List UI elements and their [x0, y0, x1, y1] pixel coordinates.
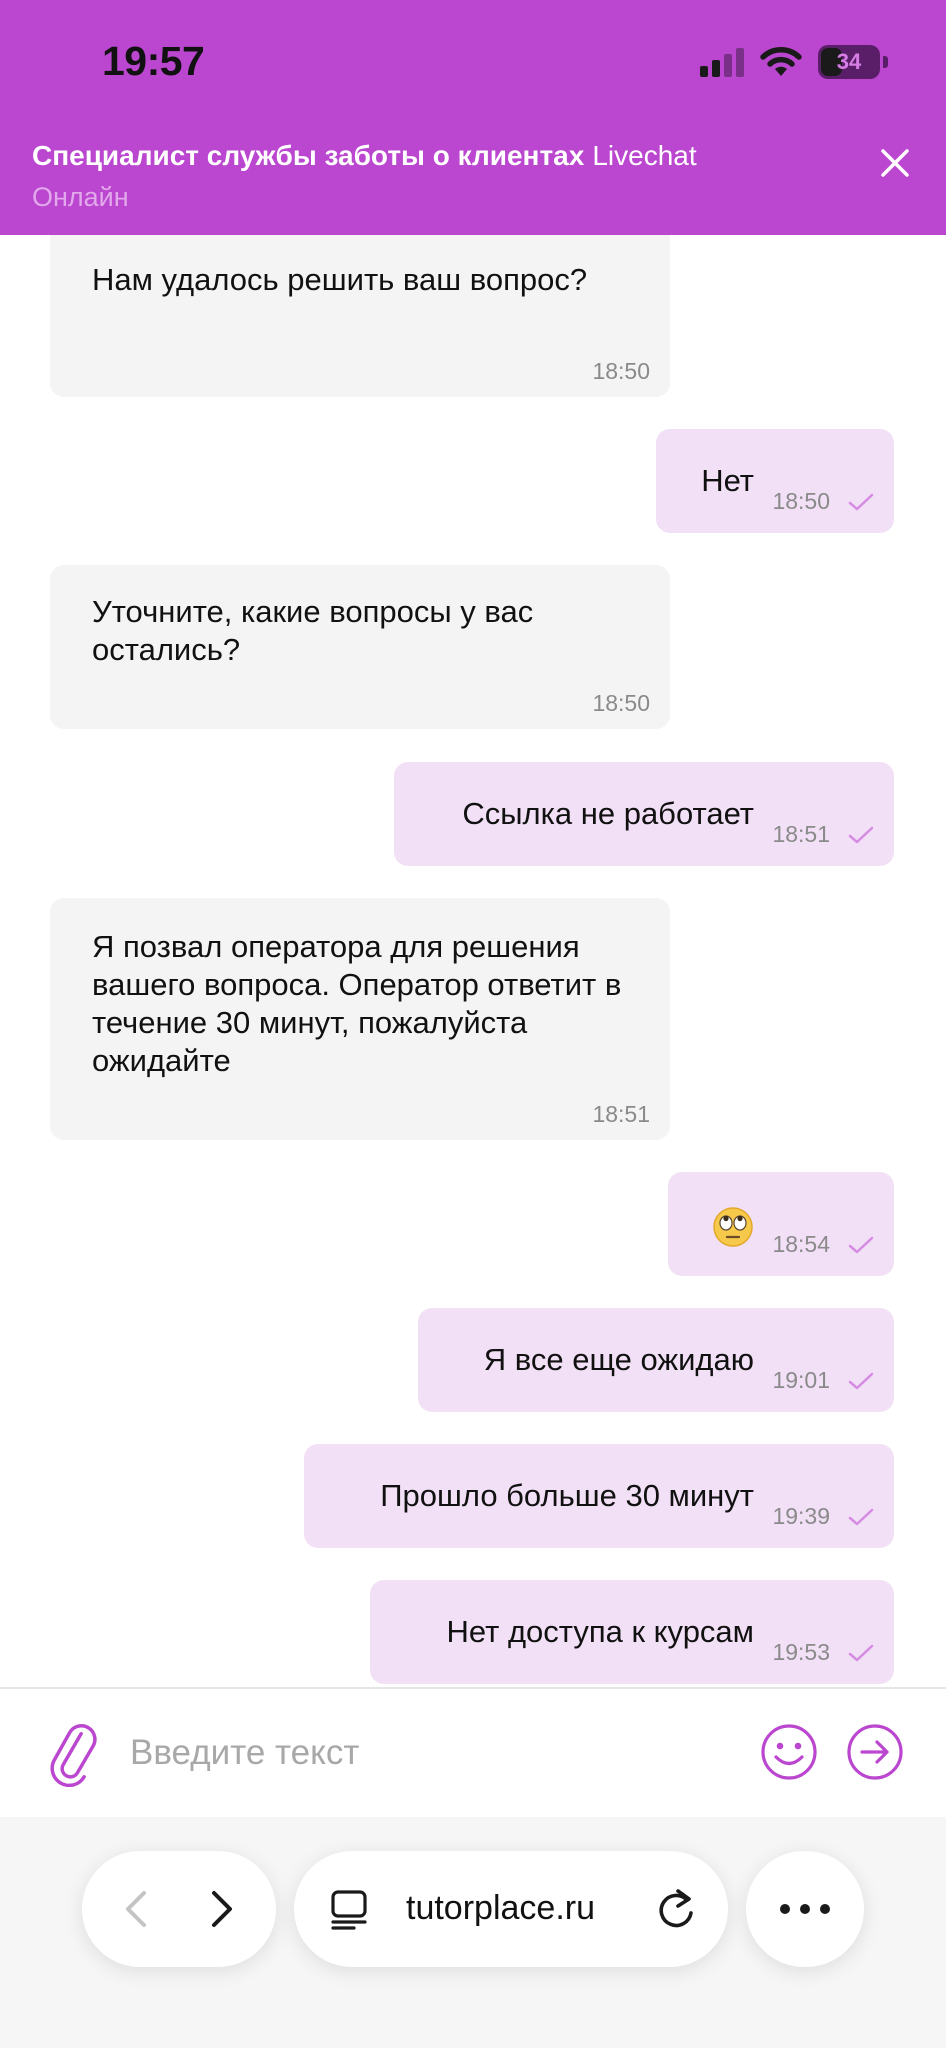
message-time: 18:51	[592, 1101, 650, 1127]
ellipsis-icon	[780, 1904, 830, 1914]
message-incoming: Я позвал оператора для решения вашего во…	[50, 898, 670, 1140]
check-icon	[848, 1508, 874, 1526]
message-text: Уточните, какие вопросы у вас остались?	[92, 594, 534, 667]
reload-icon[interactable]	[654, 1885, 698, 1933]
forward-chevron-icon[interactable]	[186, 1873, 258, 1945]
smiley-icon[interactable]	[760, 1723, 818, 1781]
message-list[interactable]: Нам удалось решить ваш вопрос? 18:50 Нет…	[0, 235, 946, 1687]
message-time: 19:01	[772, 1367, 830, 1393]
message-outgoing: Нет доступа к курсам 19:53	[370, 1580, 894, 1684]
message-outgoing: Нет 18:50	[656, 429, 894, 533]
back-chevron-icon[interactable]	[100, 1873, 172, 1945]
message-outgoing: 18:54	[668, 1172, 894, 1276]
message-time: 19:39	[772, 1503, 830, 1529]
check-icon	[848, 493, 874, 511]
cellular-signal-icon	[700, 48, 744, 77]
paperclip-icon[interactable]	[48, 1723, 100, 1787]
check-icon	[848, 826, 874, 844]
battery-icon: 34	[818, 45, 888, 79]
face-with-rolling-eyes-icon	[713, 1207, 753, 1247]
message-text: Я все еще ожидаю	[483, 1342, 754, 1377]
message-time: 18:54	[772, 1231, 830, 1257]
address-bar[interactable]: tutorplace.ru	[294, 1851, 728, 1967]
chat-title: Специалист службы заботы о клиентах Livec…	[32, 140, 697, 172]
message-outgoing: Я все еще ожидаю 19:01	[418, 1308, 894, 1412]
service-name: Livechat	[592, 140, 697, 171]
chat-header: 19:57 34 Специалист службы заботы о клие…	[0, 0, 946, 235]
message-time: 19:53	[772, 1639, 830, 1665]
wifi-icon	[760, 47, 802, 76]
agent-title: Специалист службы заботы о клиентах	[32, 140, 585, 171]
message-incoming: Уточните, какие вопросы у вас остались? …	[50, 565, 670, 729]
message-time: 18:50	[592, 358, 650, 384]
check-icon	[848, 1236, 874, 1254]
check-icon	[848, 1644, 874, 1662]
message-incoming: Нам удалось решить ваш вопрос? 18:50	[50, 235, 670, 397]
message-composer	[0, 1687, 946, 1817]
message-time: 18:50	[772, 488, 830, 514]
message-text: Ссылка не работает	[462, 796, 754, 831]
battery-level: 34	[836, 49, 862, 74]
message-text: Нет	[701, 463, 754, 498]
send-arrow-icon[interactable]	[846, 1723, 904, 1781]
status-bar-time: 19:57	[102, 38, 205, 84]
navigation-controls	[82, 1851, 276, 1967]
message-text: Нет доступа к курсам	[446, 1614, 754, 1649]
more-options-button[interactable]	[746, 1851, 864, 1967]
status-bar-icons: 34	[700, 42, 888, 82]
message-outgoing: Прошло больше 30 минут 19:39	[304, 1444, 894, 1548]
message-time: 18:51	[772, 821, 830, 847]
tabs-icon[interactable]	[330, 1889, 370, 1931]
browser-toolbar: tutorplace.ru	[0, 1817, 946, 2048]
message-text: Прошло больше 30 минут	[380, 1478, 754, 1513]
check-icon	[848, 1372, 874, 1390]
online-status: Онлайн	[32, 182, 129, 212]
message-text: Нам удалось решить ваш вопрос?	[92, 262, 588, 297]
close-icon[interactable]	[872, 140, 918, 186]
message-text: Я позвал оператора для решения вашего во…	[92, 929, 622, 1078]
url-text[interactable]: tutorplace.ru	[406, 1889, 595, 1928]
message-time: 18:50	[592, 690, 650, 716]
message-outgoing: Ссылка не работает 18:51	[394, 762, 894, 866]
message-input[interactable]	[130, 1715, 730, 1791]
